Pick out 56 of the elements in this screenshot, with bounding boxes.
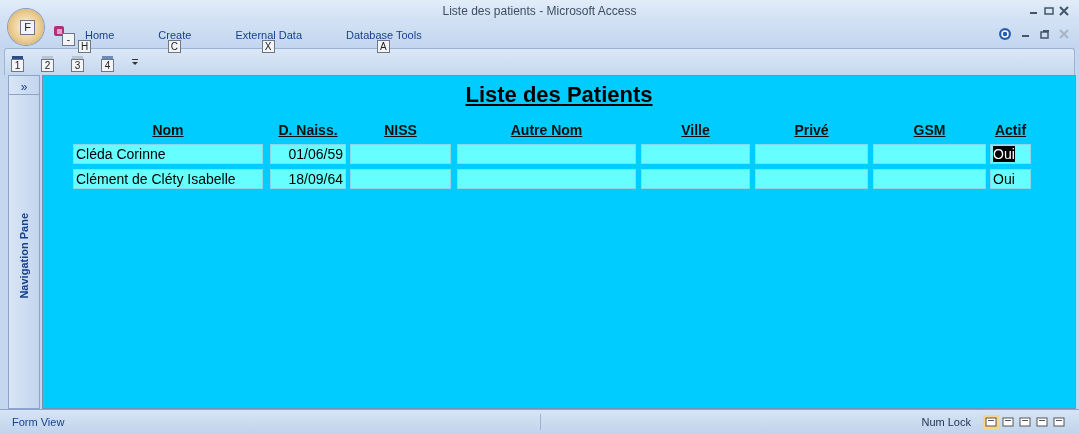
maximize-icon[interactable] [1044, 6, 1054, 16]
navigation-pane-label: Navigation Pane [18, 213, 30, 299]
text-field[interactable]: Oui [990, 169, 1031, 189]
view-icon[interactable] [1017, 415, 1033, 429]
column-header: GSM [913, 122, 946, 138]
text-field[interactable]: Cléda Corinne [73, 144, 263, 164]
status-indicator: Num Lock [921, 416, 971, 428]
close-icon[interactable] [1059, 6, 1069, 16]
view-icon[interactable] [1034, 415, 1050, 429]
column-header: D. Naiss. [278, 122, 338, 138]
keytip-tooltip: F [20, 20, 35, 35]
office-button[interactable]: F [8, 9, 44, 45]
ribbon-tab[interactable]: External Data [226, 29, 312, 41]
expand-button[interactable]: » [9, 80, 39, 95]
keytip-tooltip: - [62, 33, 75, 46]
view-icon[interactable] [1051, 415, 1067, 429]
keytip-tooltip: C [167, 40, 182, 53]
view-icon[interactable] [1000, 415, 1016, 429]
view-icon[interactable] [983, 415, 999, 429]
navigation-pane[interactable]: » Navigation Pane [8, 75, 40, 409]
text-field[interactable]: Clément de Cléty Isabelle [73, 169, 263, 189]
text-field[interactable] [755, 144, 868, 164]
keytip-tooltip: 3 [71, 59, 84, 72]
help-icon[interactable] [998, 27, 1012, 41]
keytip-tooltip: H [78, 40, 92, 53]
text-field[interactable] [873, 144, 986, 164]
keytip-tooltip: 4 [101, 59, 114, 72]
column-header: Nom [152, 122, 184, 138]
text-field[interactable]: 18/09/64 [270, 169, 346, 189]
text-field[interactable] [350, 169, 451, 189]
text-field[interactable]: 01/06/59 [270, 144, 346, 164]
text-field[interactable] [641, 144, 750, 164]
keytip-tooltip: 1 [11, 59, 24, 72]
form-title: Liste des Patients [464, 82, 654, 108]
column-header: Ville [681, 122, 710, 138]
column-header: Autre Nom [510, 122, 583, 138]
text-field[interactable] [457, 144, 636, 164]
text-field[interactable] [755, 169, 868, 189]
column-header: Privé [794, 122, 829, 138]
window-title: Liste des patients - Microsoft Access [442, 4, 637, 18]
keytip-tooltip: 2 [41, 59, 54, 72]
keytip-tooltip: X [261, 40, 275, 53]
text-field[interactable]: Oui [990, 144, 1031, 164]
ribbon-tab[interactable]: Home [76, 29, 124, 41]
ribbon-tab[interactable]: Create [149, 29, 201, 41]
status-text: Form View [11, 416, 66, 428]
keytip-tooltip: A [376, 40, 390, 53]
text-field[interactable] [873, 169, 986, 189]
text-field[interactable] [457, 169, 636, 189]
text-field[interactable] [350, 144, 451, 164]
text-field[interactable] [641, 169, 750, 189]
ribbon-tab[interactable]: Database Tools [337, 29, 431, 41]
customize-icon[interactable] [131, 58, 139, 66]
column-header: Actif [994, 122, 1027, 138]
column-header: NISS [384, 122, 417, 138]
restore-icon[interactable] [1040, 29, 1050, 39]
